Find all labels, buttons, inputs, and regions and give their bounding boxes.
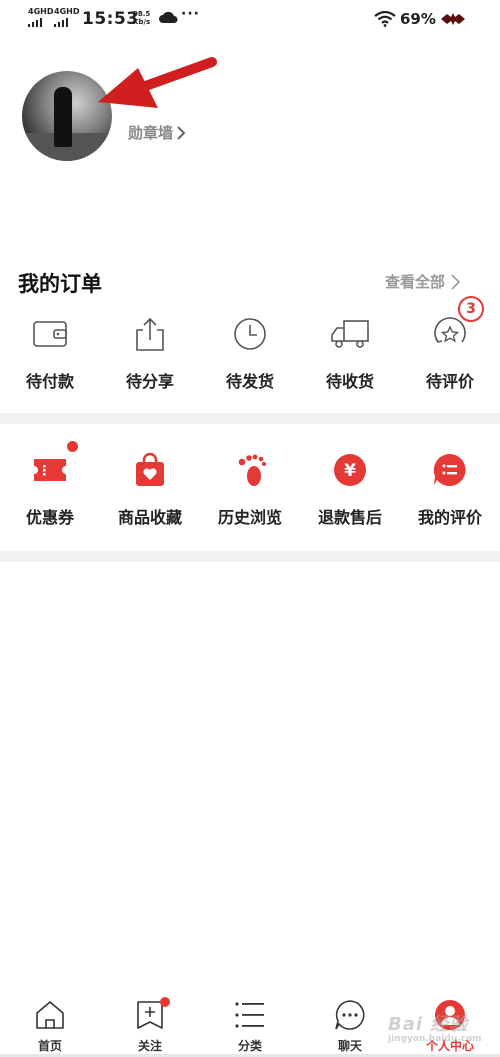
category-icon	[235, 1002, 264, 1028]
home-icon	[36, 1001, 64, 1029]
network-speed: 98.5 Kb/s	[133, 10, 150, 26]
service-label: 历史浏览	[217, 508, 282, 527]
chevron-right-icon	[451, 273, 461, 290]
order-pending-shipment[interactable]: 待发货	[200, 312, 300, 392]
svg-text:¥: ¥	[344, 461, 356, 481]
clock: 15:53	[82, 9, 139, 29]
order-pending-review[interactable]: 待评价	[400, 312, 500, 392]
review-icon	[434, 317, 466, 343]
sim2-label: 4GHD	[54, 7, 80, 16]
truck-icon	[331, 320, 369, 348]
weather-icon	[159, 11, 178, 23]
service-label: 我的评价	[417, 508, 482, 527]
wallet-icon	[33, 321, 67, 347]
signal-icon	[28, 18, 53, 27]
my-reviews-entry[interactable]: 我的评价	[400, 448, 500, 528]
medal-wall-label: 勋章墙	[128, 124, 174, 142]
battery-icon	[441, 13, 465, 25]
tab-category[interactable]: 分类	[200, 995, 300, 1054]
orders-title: 我的订单	[18, 272, 102, 296]
order-label: 待发货	[225, 372, 274, 391]
tab-label: 关注	[137, 1039, 162, 1053]
coupon-entry[interactable]: 优惠券	[0, 448, 100, 528]
speed-unit: Kb/s	[133, 18, 151, 26]
tab-label: 聊天	[337, 1039, 362, 1053]
footprint-icon	[238, 454, 266, 486]
section-divider	[0, 413, 500, 424]
sim1-signal: 4GHD	[28, 8, 53, 27]
sim2-signal: 4GHD	[54, 8, 79, 27]
services-row: 优惠券 商品收藏 历史浏览 ¥ 退款售后 我的评价	[0, 448, 500, 528]
chat-icon	[335, 1000, 365, 1030]
service-label: 退款售后	[317, 508, 382, 527]
status-bar: 4GHD 4GHD 15:53 98.5 Kb/s ··· 69%	[0, 0, 500, 38]
more-notifications: ···	[181, 6, 200, 22]
follow-new-dot	[160, 997, 170, 1007]
order-status-row: 待付款 待分享 待发货 待收货 待评价	[0, 312, 500, 392]
sim1-label: 4GHD	[28, 7, 54, 16]
watermark-text: Bai 经验	[388, 1014, 469, 1035]
favorite-bag-icon	[136, 452, 164, 486]
service-label: 优惠券	[25, 508, 74, 527]
medal-wall-link[interactable]: 勋章墙	[128, 122, 186, 143]
coupon-new-dot	[67, 441, 78, 452]
coupon-icon	[34, 459, 66, 481]
favorites-entry[interactable]: 商品收藏	[100, 448, 200, 528]
speed-value: 98.5	[133, 10, 151, 18]
watermark: Bai 经验 jingyan.baidu.com	[388, 1010, 482, 1044]
history-entry[interactable]: 历史浏览	[200, 448, 300, 528]
refund-entry[interactable]: ¥ 退款售后	[300, 448, 400, 528]
share-icon	[136, 317, 164, 351]
view-all-label: 查看全部	[385, 273, 446, 291]
tab-chat[interactable]: 聊天	[300, 995, 400, 1054]
order-label: 待分享	[125, 372, 174, 391]
tab-label: 分类	[237, 1039, 262, 1053]
clock-icon	[234, 318, 266, 350]
order-label: 待付款	[25, 372, 74, 391]
order-label: 待评价	[425, 372, 474, 391]
section-divider	[0, 551, 500, 562]
order-label: 待收货	[325, 372, 374, 391]
tab-label: 首页	[37, 1039, 62, 1053]
service-label: 商品收藏	[117, 508, 182, 527]
chevron-right-icon	[177, 125, 186, 140]
signal-icon	[54, 18, 79, 27]
order-pending-share[interactable]: 待分享	[100, 312, 200, 392]
watermark-sub: jingyan.baidu.com	[388, 1034, 482, 1044]
wifi-icon	[374, 11, 396, 27]
review-count-badge: 3	[458, 296, 484, 322]
order-pending-payment[interactable]: 待付款	[0, 312, 100, 392]
refund-icon: ¥	[334, 454, 366, 486]
battery-percent: 69%	[400, 10, 436, 28]
my-review-icon	[433, 453, 466, 486]
tab-follow[interactable]: 关注	[100, 995, 200, 1054]
avatar-figure	[54, 87, 72, 147]
tab-home[interactable]: 首页	[0, 995, 100, 1054]
annotation-arrow-icon	[98, 57, 217, 108]
order-pending-receipt[interactable]: 待收货	[300, 312, 400, 392]
view-all-orders-link[interactable]: 查看全部	[385, 271, 461, 292]
